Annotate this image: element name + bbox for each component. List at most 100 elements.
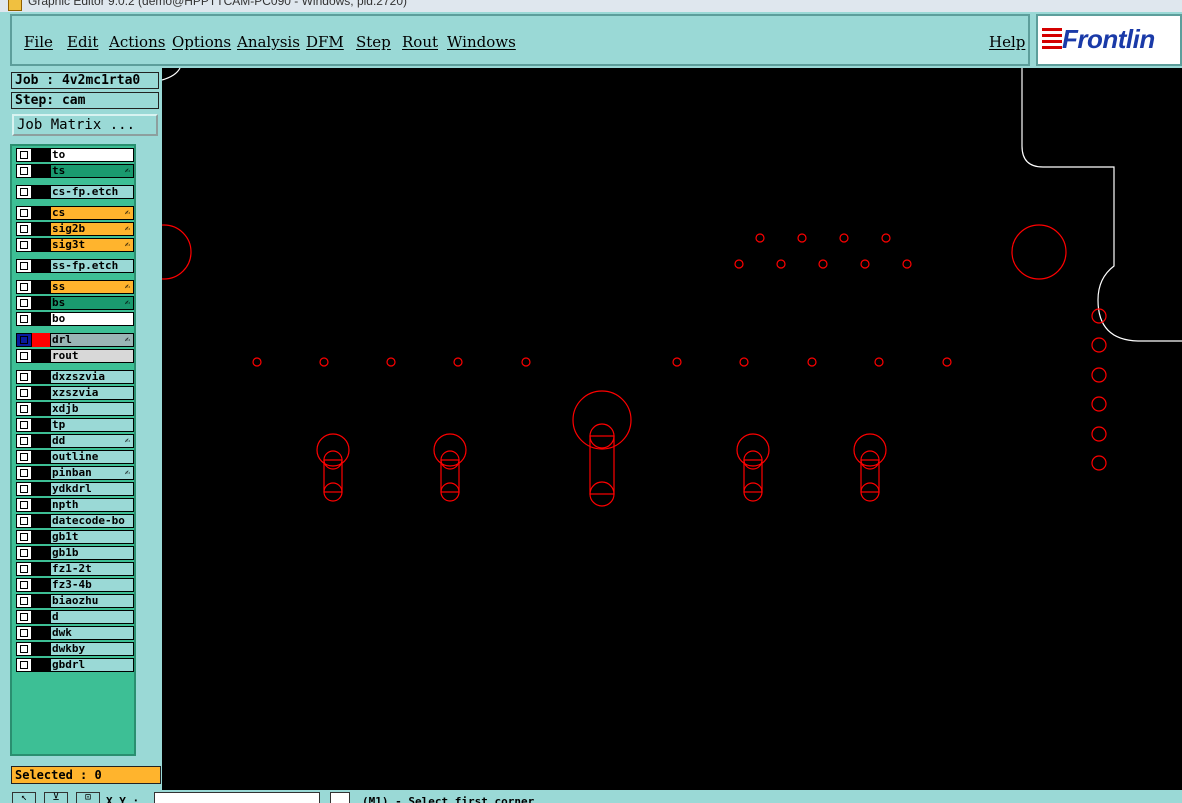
layer-row[interactable]: drl ✍ bbox=[16, 333, 134, 347]
command-button[interactable] bbox=[330, 792, 350, 803]
layer-checkbox[interactable] bbox=[16, 626, 32, 640]
layer-row[interactable]: gbdrl bbox=[16, 658, 134, 672]
layer-row[interactable]: gb1t bbox=[16, 530, 134, 544]
layer-row[interactable]: ydkdrl bbox=[16, 482, 134, 496]
layer-row[interactable]: rout bbox=[16, 349, 134, 363]
layer-row[interactable]: ss ✍ bbox=[16, 280, 134, 294]
layer-color-swatch[interactable] bbox=[32, 546, 50, 560]
layer-row[interactable]: fz1-2t bbox=[16, 562, 134, 576]
layer-name[interactable]: gbdrl bbox=[50, 658, 134, 672]
layer-name[interactable]: biaozhu bbox=[50, 594, 134, 608]
layer-checkbox[interactable] bbox=[16, 578, 32, 592]
layer-color-swatch[interactable] bbox=[32, 386, 50, 400]
layer-name[interactable]: datecode-bo bbox=[50, 514, 134, 528]
layer-row[interactable]: outline bbox=[16, 450, 134, 464]
layer-row[interactable]: sig3t ✍ bbox=[16, 238, 134, 252]
layer-color-swatch[interactable] bbox=[32, 370, 50, 384]
coordinate-field[interactable] bbox=[154, 792, 320, 803]
menu-rout[interactable]: Rout bbox=[402, 33, 438, 51]
layer-color-swatch[interactable] bbox=[32, 498, 50, 512]
layer-row[interactable]: biaozhu bbox=[16, 594, 134, 608]
layer-row[interactable]: xdjb bbox=[16, 402, 134, 416]
layer-row[interactable]: dwk bbox=[16, 626, 134, 640]
layer-name[interactable]: to bbox=[50, 148, 134, 162]
layer-name[interactable]: gb1b bbox=[50, 546, 134, 560]
job-matrix-button[interactable]: Job Matrix ... bbox=[12, 114, 158, 136]
layer-row[interactable]: tp bbox=[16, 418, 134, 432]
layer-row[interactable]: dxzszvia bbox=[16, 370, 134, 384]
layer-row[interactable]: to bbox=[16, 148, 134, 162]
layer-name[interactable]: ss-fp.etch bbox=[50, 259, 134, 273]
layer-color-swatch[interactable] bbox=[32, 296, 50, 310]
layer-color-swatch[interactable] bbox=[32, 148, 50, 162]
layer-checkbox[interactable] bbox=[16, 482, 32, 496]
layer-checkbox[interactable] bbox=[16, 562, 32, 576]
layer-color-swatch[interactable] bbox=[32, 238, 50, 252]
layer-name[interactable]: dd ✍ bbox=[50, 434, 134, 448]
layer-color-swatch[interactable] bbox=[32, 312, 50, 326]
layer-row[interactable]: ts ✍ bbox=[16, 164, 134, 178]
layer-color-swatch[interactable] bbox=[32, 658, 50, 672]
layer-color-swatch[interactable] bbox=[32, 434, 50, 448]
layer-color-swatch[interactable] bbox=[32, 185, 50, 199]
layer-checkbox[interactable] bbox=[16, 296, 32, 310]
layer-checkbox[interactable] bbox=[16, 434, 32, 448]
layer-name[interactable]: bo bbox=[50, 312, 134, 326]
layer-name[interactable]: ss ✍ bbox=[50, 280, 134, 294]
layer-row[interactable]: xzszvia bbox=[16, 386, 134, 400]
layer-checkbox[interactable] bbox=[16, 418, 32, 432]
layer-name[interactable]: fz3-4b bbox=[50, 578, 134, 592]
layer-row[interactable]: dwkby bbox=[16, 642, 134, 656]
layer-checkbox[interactable] bbox=[16, 658, 32, 672]
layer-row[interactable]: fz3-4b bbox=[16, 578, 134, 592]
menu-step[interactable]: Step bbox=[356, 33, 391, 51]
layer-name[interactable]: ts ✍ bbox=[50, 164, 134, 178]
layer-row[interactable]: dd ✍ bbox=[16, 434, 134, 448]
layer-row[interactable]: bo bbox=[16, 312, 134, 326]
layer-name[interactable]: npth bbox=[50, 498, 134, 512]
layer-name[interactable]: outline bbox=[50, 450, 134, 464]
layer-checkbox[interactable] bbox=[16, 610, 32, 624]
layer-name[interactable]: cs ✍ bbox=[50, 206, 134, 220]
layer-checkbox[interactable] bbox=[16, 386, 32, 400]
layer-checkbox[interactable] bbox=[16, 312, 32, 326]
layer-name[interactable]: tp bbox=[50, 418, 134, 432]
layer-checkbox[interactable] bbox=[16, 466, 32, 480]
layer-checkbox[interactable] bbox=[16, 206, 32, 220]
layer-color-swatch[interactable] bbox=[32, 259, 50, 273]
layer-row[interactable]: npth bbox=[16, 498, 134, 512]
layer-color-swatch[interactable] bbox=[32, 482, 50, 496]
layer-checkbox[interactable] bbox=[16, 280, 32, 294]
layer-row[interactable]: bs ✍ bbox=[16, 296, 134, 310]
layer-checkbox[interactable] bbox=[16, 514, 32, 528]
layer-color-swatch[interactable] bbox=[32, 626, 50, 640]
layer-row[interactable]: cs-fp.etch bbox=[16, 185, 134, 199]
layer-checkbox[interactable] bbox=[16, 222, 32, 236]
layer-color-swatch[interactable] bbox=[32, 594, 50, 608]
layer-checkbox[interactable] bbox=[16, 148, 32, 162]
layer-row[interactable]: datecode-bo bbox=[16, 514, 134, 528]
menu-analysis[interactable]: Analysis bbox=[237, 33, 300, 51]
layer-name[interactable]: pinban ✍ bbox=[50, 466, 134, 480]
layer-name[interactable]: sig2b ✍ bbox=[50, 222, 134, 236]
graphic-canvas[interactable] bbox=[162, 68, 1182, 790]
layer-name[interactable]: rout bbox=[50, 349, 134, 363]
layer-checkbox[interactable] bbox=[16, 164, 32, 178]
zoom-tool-icon[interactable]: ⊡ bbox=[76, 792, 100, 803]
layer-name[interactable]: dwkby bbox=[50, 642, 134, 656]
layer-checkbox[interactable] bbox=[16, 238, 32, 252]
layer-color-swatch[interactable] bbox=[32, 418, 50, 432]
layer-color-swatch[interactable] bbox=[32, 402, 50, 416]
layer-row[interactable]: d bbox=[16, 610, 134, 624]
layer-name[interactable]: xdjb bbox=[50, 402, 134, 416]
select-tool-icon[interactable]: ⊻ bbox=[44, 792, 68, 803]
layer-color-swatch[interactable] bbox=[32, 450, 50, 464]
layer-color-swatch[interactable] bbox=[32, 349, 50, 363]
layer-checkbox[interactable] bbox=[16, 349, 32, 363]
layer-checkbox[interactable] bbox=[16, 546, 32, 560]
menu-file[interactable]: File bbox=[24, 33, 53, 51]
layer-color-swatch[interactable] bbox=[32, 206, 50, 220]
menu-windows[interactable]: Windows bbox=[447, 33, 516, 51]
layer-color-swatch[interactable] bbox=[32, 578, 50, 592]
layer-name[interactable]: fz1-2t bbox=[50, 562, 134, 576]
